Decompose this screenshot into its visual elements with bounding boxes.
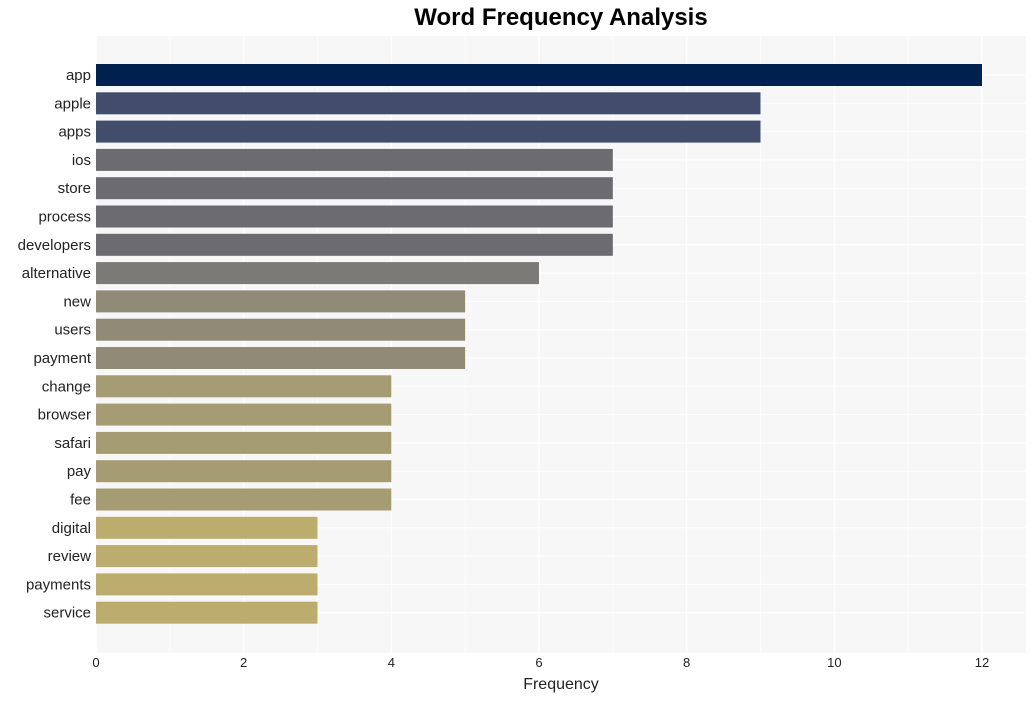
x-tick-label: 2 (240, 655, 247, 670)
x-tick-label: 6 (535, 655, 542, 670)
x-tick-label: 4 (388, 655, 395, 670)
bar-developers (96, 233, 613, 256)
category-label: store (58, 180, 91, 197)
bar-fee (96, 488, 392, 511)
category-label: process (38, 209, 91, 226)
category-label: digital (52, 520, 91, 537)
category-label: apps (58, 124, 91, 141)
bar-review (96, 545, 318, 568)
bar-apps (96, 120, 761, 143)
category-label: app (66, 67, 91, 84)
x-tick-labels: 0 2 4 6 8 10 12 (92, 655, 989, 670)
category-label: pay (67, 463, 92, 480)
bar-safari (96, 431, 392, 454)
x-tick-label: 0 (92, 655, 99, 670)
bar-payment (96, 347, 466, 369)
bar-new (96, 290, 466, 313)
bar-change (96, 375, 392, 398)
category-label: ios (72, 152, 91, 169)
category-label: browser (38, 407, 91, 424)
category-label: payments (26, 576, 91, 593)
bar-alternative (96, 262, 539, 285)
bar-payments (96, 573, 318, 596)
category-label: developers (18, 237, 91, 254)
category-label: apple (54, 95, 91, 112)
category-label: safari (54, 435, 91, 452)
bar-apple (96, 92, 761, 115)
bar-pay (96, 460, 392, 483)
category-label: new (63, 293, 91, 310)
bar-digital (96, 516, 318, 539)
category-label: change (42, 378, 91, 395)
bar-users (96, 318, 466, 341)
x-tick-label: 8 (683, 655, 690, 670)
category-label: review (48, 548, 92, 565)
bar-chart: app apple apps ios store process developers alt… (18, 36, 1026, 693)
x-tick-label: 10 (827, 655, 841, 670)
x-tick-label: 12 (975, 655, 989, 670)
bar-app (96, 64, 982, 86)
category-label: alternative (22, 265, 91, 282)
x-axis-label: Frequency (523, 676, 599, 693)
category-label: fee (70, 492, 91, 509)
bar-ios (96, 148, 613, 171)
category-label: users (54, 322, 91, 339)
bar-process (96, 205, 613, 228)
bar-service (96, 601, 318, 624)
category-labels: app apple apps ios store process developers alt… (18, 67, 92, 622)
bar-store (96, 177, 613, 200)
category-label: payment (33, 350, 91, 367)
category-label: service (43, 605, 91, 622)
bar-browser (96, 403, 392, 426)
